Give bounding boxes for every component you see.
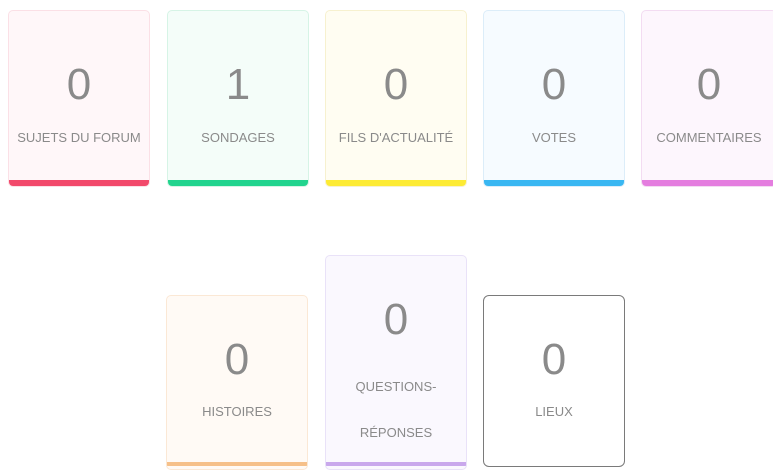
stat-count: 0: [383, 60, 409, 109]
accent-bar: [326, 180, 466, 186]
stat-count: 0: [541, 335, 567, 384]
stat-count: 0: [383, 295, 409, 344]
stat-label: FILS D'ACTUALITÉ: [338, 130, 454, 145]
stat-card-questions-answers[interactable]: 0 QUESTIONS- RÉPONSES: [325, 255, 467, 470]
accent-bar: [9, 180, 149, 186]
stat-count: 1: [225, 60, 251, 109]
stat-card-votes[interactable]: 0 VOTES: [483, 10, 625, 187]
accent-bar: [167, 462, 307, 466]
stat-count: 0: [541, 60, 567, 109]
accent-bar: [484, 180, 624, 186]
stat-label: VOTES: [531, 130, 577, 145]
stat-card-places[interactable]: 0 LIEUX: [483, 295, 625, 467]
stat-label: SUJETS DU FORUM: [17, 130, 141, 145]
stat-label-line-2: RÉPONSES: [359, 425, 433, 440]
stat-label: HISTOIRES: [202, 404, 272, 419]
stat-count: 0: [224, 335, 250, 384]
stat-label: COMMENTAIRES: [656, 130, 762, 145]
stat-card-comments[interactable]: 0 COMMENTAIRES: [641, 10, 773, 187]
stat-label: LIEUX: [535, 404, 573, 419]
stat-card-polls[interactable]: 1 SONDAGES: [167, 10, 309, 187]
accent-bar: [168, 180, 308, 186]
stat-label-line-1: QUESTIONS-: [355, 379, 437, 394]
stat-label: QUESTIONS- RÉPONSES: [326, 364, 466, 456]
stat-label: SONDAGES: [201, 130, 275, 145]
accent-bar: [326, 462, 466, 466]
stat-card-stories[interactable]: 0 HISTOIRES: [166, 295, 308, 470]
stat-count: 0: [66, 60, 92, 109]
stat-card-forum-topics[interactable]: 0 SUJETS DU FORUM: [8, 10, 150, 187]
stat-card-news-feeds[interactable]: 0 FILS D'ACTUALITÉ: [325, 10, 467, 187]
accent-bar: [642, 180, 773, 186]
stat-count: 0: [696, 60, 722, 109]
